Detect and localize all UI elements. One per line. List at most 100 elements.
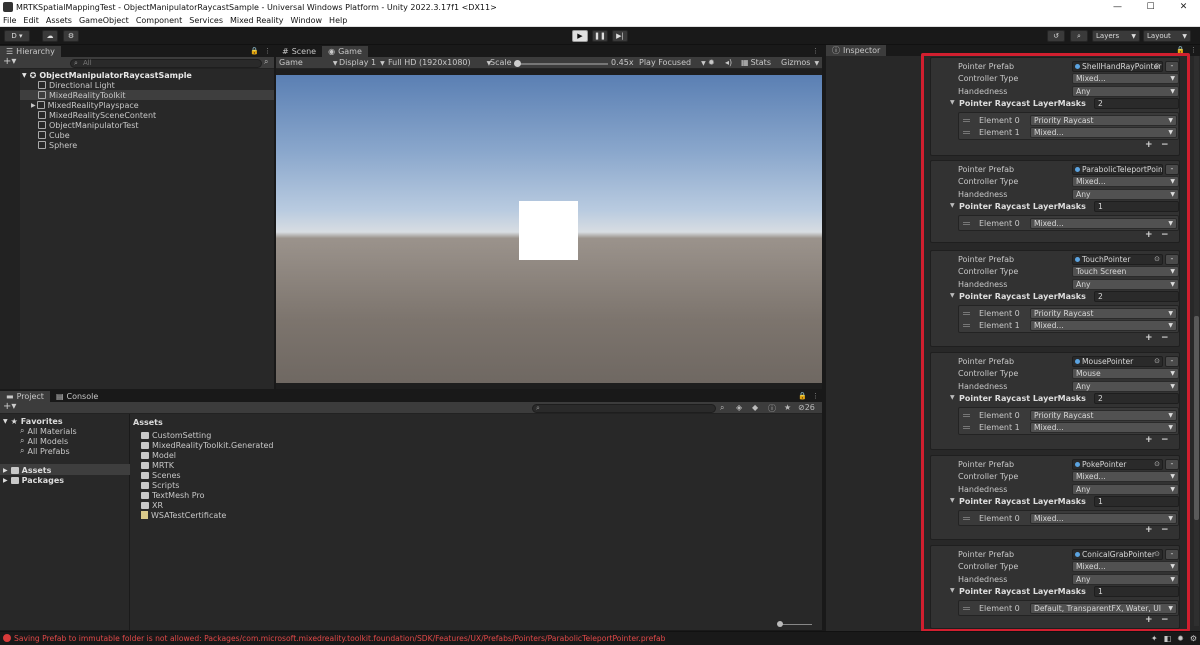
remove-element-button[interactable]: − xyxy=(1161,140,1169,150)
account-button[interactable]: D ▾ xyxy=(4,30,30,42)
pointer-prefab-field[interactable]: ParabolicTeleportPointer xyxy=(1072,164,1163,175)
layermasks-count-field[interactable]: 2 xyxy=(1094,393,1179,404)
add-element-button[interactable]: + xyxy=(1145,435,1153,445)
pointer-prefab-field[interactable]: MousePointer ⊙ xyxy=(1072,356,1163,367)
remove-element-button[interactable]: − xyxy=(1161,435,1169,445)
cloud-icon[interactable]: ☁ xyxy=(42,30,58,42)
layermasks-count-field[interactable]: 2 xyxy=(1094,291,1179,302)
favorite-item[interactable]: ⌕ All Models xyxy=(20,436,68,446)
controller-type-dropdown[interactable]: Mixed... ▼ xyxy=(1072,176,1179,187)
layermask-dropdown[interactable]: Priority Raycast ▼ xyxy=(1030,410,1177,421)
hierarchy-search-input[interactable]: ⌕ All xyxy=(70,59,262,68)
step-button[interactable]: ▶| xyxy=(612,30,628,42)
asset-item[interactable]: XR xyxy=(141,500,163,510)
layermask-dropdown[interactable]: Default, TransparentFX, Water, UI ▼ xyxy=(1030,603,1177,614)
layermasks-row[interactable]: ▼ Pointer Raycast LayerMasks 1 xyxy=(931,496,1181,508)
menu-window[interactable]: Window xyxy=(291,16,323,25)
drag-handle-icon[interactable] xyxy=(963,426,970,429)
layermask-dropdown[interactable]: Mixed... ▼ xyxy=(1030,218,1177,229)
pause-button[interactable]: ❚❚ xyxy=(592,30,608,42)
inspector-scrollbar-thumb[interactable] xyxy=(1194,316,1199,520)
folder-tree-assets[interactable]: ▶ Assets xyxy=(3,465,51,475)
status-bar[interactable]: Saving Prefab to immutable folder is not… xyxy=(0,631,1200,645)
drag-handle-icon[interactable] xyxy=(963,312,970,315)
foldout-arrow-icon[interactable]: ▼ xyxy=(950,587,955,594)
hierarchy-item[interactable]: MixedRealityToolkit xyxy=(38,90,125,100)
asset-item[interactable]: CustomSetting xyxy=(141,430,211,440)
drag-handle-icon[interactable] xyxy=(963,324,970,327)
kebab-menu-icon[interactable]: ⋮ xyxy=(1190,45,1197,56)
remove-element-button[interactable]: − xyxy=(1161,615,1169,625)
label-filter-icon[interactable]: ◆ xyxy=(752,403,758,412)
mute-audio-icon[interactable]: ◂) xyxy=(725,58,732,67)
remove-element-button[interactable]: − xyxy=(1161,230,1169,240)
add-element-button[interactable]: + xyxy=(1145,333,1153,343)
debug-icon[interactable]: ✹ xyxy=(1177,632,1184,645)
search-filter-icon[interactable]: ⌕ xyxy=(720,403,724,413)
layermasks-count-field[interactable]: 1 xyxy=(1094,496,1179,507)
controller-type-dropdown[interactable]: Touch Screen ▼ xyxy=(1072,266,1179,277)
kebab-menu-icon[interactable]: ⋮ xyxy=(812,46,819,57)
object-picker-icon[interactable]: ⊙ xyxy=(1154,255,1160,264)
kebab-menu-icon[interactable]: ⋮ xyxy=(264,46,271,57)
hidden-packages-toggle[interactable]: ⊘26 xyxy=(798,403,815,412)
folder-tree-packages[interactable]: ▶ Packages xyxy=(3,475,64,485)
services-gear-icon[interactable]: ⚙ xyxy=(63,30,79,42)
layermasks-count-field[interactable]: 2 xyxy=(1094,98,1179,109)
add-element-button[interactable]: + xyxy=(1145,525,1153,535)
layermasks-row[interactable]: ▼ Pointer Raycast LayerMasks 1 xyxy=(931,201,1181,213)
favorites-header[interactable]: ▼ ★ Favorites xyxy=(3,416,63,426)
lock-icon[interactable]: 🔒 xyxy=(798,391,807,402)
pointer-prefab-field[interactable]: ShellHandRayPointer ⊙ xyxy=(1072,61,1163,72)
menu-gameobject[interactable]: GameObject xyxy=(79,16,129,25)
layermasks-row[interactable]: ▼ Pointer Raycast LayerMasks 2 xyxy=(931,393,1181,405)
layers-dropdown[interactable]: Layers ▼ xyxy=(1092,30,1140,42)
foldout-arrow-icon[interactable]: ▼ xyxy=(950,202,955,209)
hierarchy-item[interactable]: Cube xyxy=(38,130,70,140)
layermask-dropdown[interactable]: Priority Raycast ▼ xyxy=(1030,308,1177,319)
favorite-item[interactable]: ⌕ All Materials xyxy=(20,426,77,436)
favorite-item[interactable]: ⌕ All Prefabs xyxy=(20,446,70,456)
asset-item[interactable]: MRTK xyxy=(141,460,174,470)
asset-item[interactable]: Scripts xyxy=(141,480,179,490)
layermask-dropdown[interactable]: Mixed... ▼ xyxy=(1030,422,1177,433)
foldout-arrow-icon[interactable]: ▼ xyxy=(950,99,955,106)
menu-component[interactable]: Component xyxy=(136,16,182,25)
maximize-button[interactable]: ☐ xyxy=(1134,0,1167,14)
icon-size-slider-track[interactable] xyxy=(782,624,812,625)
drag-handle-icon[interactable] xyxy=(963,131,970,134)
hierarchy-item[interactable]: ObjectManipulatorTest xyxy=(38,120,139,130)
object-picker-icon[interactable]: ⊙ xyxy=(1154,460,1160,469)
minimize-button[interactable]: — xyxy=(1101,0,1134,14)
drag-handle-icon[interactable] xyxy=(963,517,970,520)
object-picker-icon[interactable]: ⊙ xyxy=(1154,62,1160,71)
play-button[interactable]: ▶ xyxy=(572,30,588,42)
kebab-menu-icon[interactable]: ⋮ xyxy=(812,391,819,402)
bake-icon[interactable]: ◧ xyxy=(1164,632,1172,645)
asset-item[interactable]: WSATestCertificate xyxy=(141,510,226,520)
favorite-star-icon[interactable]: ★ xyxy=(784,403,791,412)
add-icon[interactable]: +▾ xyxy=(3,56,16,67)
drag-handle-icon[interactable] xyxy=(963,607,970,610)
controller-type-dropdown[interactable]: Mixed... ▼ xyxy=(1072,73,1179,84)
pointer-prefab-field[interactable]: PokePointer ⊙ xyxy=(1072,459,1163,470)
history-icon[interactable]: ↺ xyxy=(1047,30,1065,42)
play-mode-dropdown[interactable]: Play Focused ▼ xyxy=(639,58,706,67)
game-viewport[interactable] xyxy=(276,75,822,383)
controller-type-dropdown[interactable]: Mixed... ▼ xyxy=(1072,471,1179,482)
bug-icon[interactable]: ✹ xyxy=(708,58,715,67)
object-picker-icon[interactable]: ⊙ xyxy=(1154,357,1160,366)
expand-arrow-icon[interactable]: ▶ xyxy=(31,102,36,109)
scale-slider-track[interactable] xyxy=(518,63,608,65)
drag-handle-icon[interactable] xyxy=(963,222,970,225)
info-icon[interactable]: ⓘ xyxy=(768,403,776,414)
add-icon[interactable]: +▾ xyxy=(3,401,16,412)
remove-pointer-button[interactable]: - xyxy=(1165,254,1179,265)
lock-icon[interactable]: 🔒 xyxy=(250,46,259,57)
handedness-dropdown[interactable]: Any ▼ xyxy=(1072,279,1179,290)
asset-item[interactable]: Scenes xyxy=(141,470,181,480)
layermask-dropdown[interactable]: Priority Raycast ▼ xyxy=(1030,115,1177,126)
display-mode-dropdown[interactable]: Game ▼ xyxy=(279,58,337,67)
hierarchy-item[interactable]: Sphere xyxy=(38,140,77,150)
gizmos-dropdown[interactable]: Gizmos ▼ xyxy=(781,58,819,67)
